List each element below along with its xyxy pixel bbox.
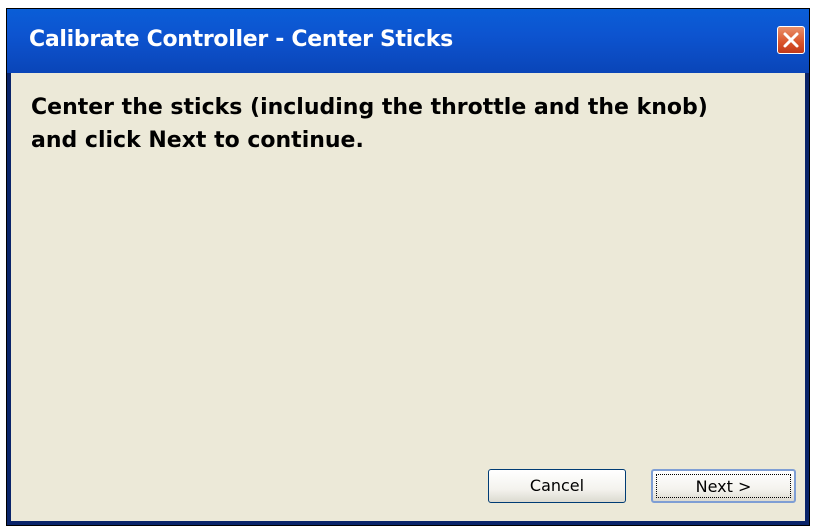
dialog-body: Center the sticks (including the throttl… (11, 73, 805, 521)
next-button-label: Next > (695, 477, 752, 496)
cancel-button[interactable]: Cancel (488, 469, 626, 503)
window-title: Calibrate Controller - Center Sticks (29, 27, 453, 52)
next-button[interactable]: Next > (651, 469, 796, 503)
close-button[interactable] (777, 26, 805, 54)
calibrate-controller-dialog: Calibrate Controller - Center Sticks Cen… (6, 8, 810, 526)
close-icon (783, 32, 799, 48)
title-bar[interactable]: Calibrate Controller - Center Sticks (7, 9, 809, 73)
instruction-text: Center the sticks (including the throttl… (31, 95, 708, 153)
